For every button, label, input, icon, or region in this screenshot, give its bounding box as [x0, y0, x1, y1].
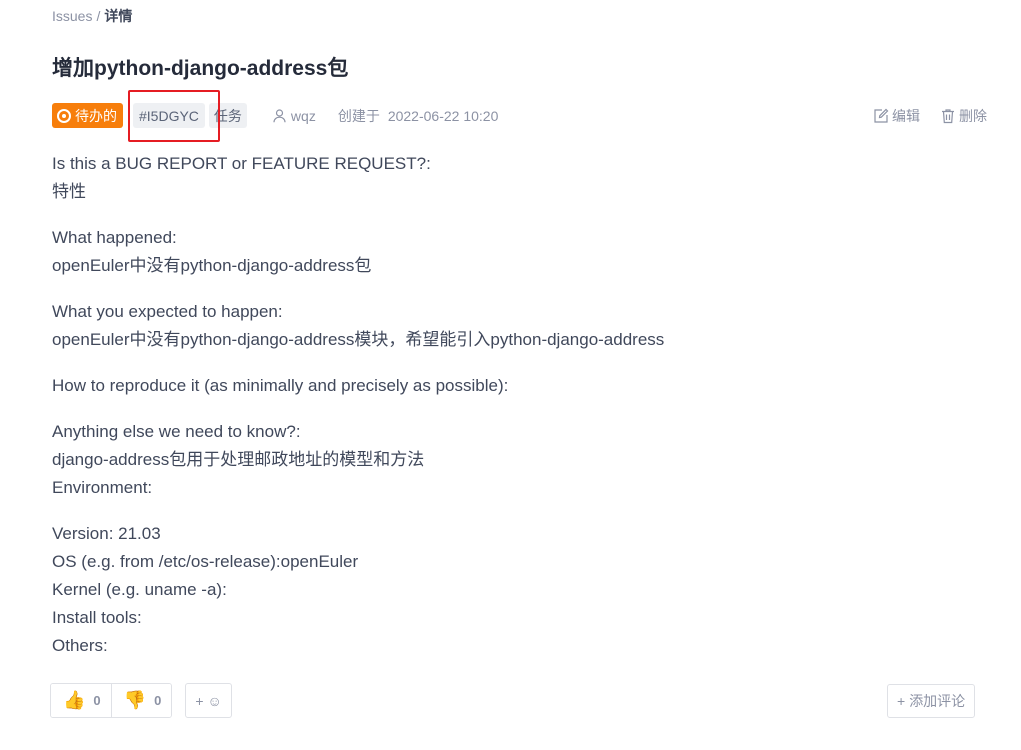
- thumbs-down-icon: 👎: [123, 690, 147, 710]
- delete-label: 删除: [959, 107, 987, 124]
- plus-icon: +: [897, 693, 906, 709]
- env-os: OS (e.g. from /etc/os-release):openEuler: [52, 552, 359, 571]
- edit-button[interactable]: 编辑: [873, 106, 920, 126]
- created-label: 创建于: [337, 107, 380, 124]
- env-version: Version: 21.03: [52, 524, 161, 543]
- breadcrumb-separator: /: [96, 8, 101, 24]
- edit-label: 编辑: [892, 107, 920, 124]
- thumbs-down-button[interactable]: 👎 0: [110, 684, 172, 717]
- body-section-expected: What you expected to happen: openEuler中没…: [52, 298, 952, 354]
- body-environment-label: Environment:: [52, 478, 153, 497]
- body-section-bug-or-feature: Is this a BUG REPORT or FEATURE REQUEST?…: [52, 150, 952, 206]
- issue-title: 增加python-django-address包: [52, 57, 349, 80]
- body-section-reproduce: How to reproduce it (as minimally and pr…: [52, 372, 952, 400]
- issue-actions: 编辑 删除: [873, 106, 987, 126]
- body-answer: openEuler中没有python-django-address包: [52, 256, 372, 275]
- add-comment-button[interactable]: + 添加评论: [887, 684, 976, 718]
- body-section-what-happened: What happened: openEuler中没有python-django…: [52, 224, 952, 280]
- issue-type-tag[interactable]: 任务: [208, 103, 247, 128]
- thumbs-up-count: 0: [93, 693, 101, 708]
- body-question: Is this a BUG REPORT or FEATURE REQUEST?…: [52, 154, 431, 173]
- body-answer: openEuler中没有python-django-address模块，希望能引…: [52, 330, 665, 349]
- body-question: How to reproduce it (as minimally and pr…: [52, 376, 509, 395]
- body-question: Anything else we need to know?:: [52, 422, 301, 441]
- issue-state-label: 待办的: [75, 107, 117, 124]
- body-section-environment: Version: 21.03 OS (e.g. from /etc/os-rel…: [52, 520, 952, 660]
- body-answer: django-address包用于处理邮政地址的模型和方法: [52, 450, 425, 469]
- thumbs-up-button[interactable]: 👍 0: [51, 684, 111, 717]
- issue-meta-row: 待办的 #I5DGYC 任务 wqz 创建于 2022-06-22 10:20 编…: [52, 103, 987, 128]
- env-install-tools: Install tools:: [52, 608, 142, 627]
- body-answer: 特性: [52, 182, 86, 201]
- env-others: Others:: [52, 636, 108, 655]
- breadcrumb: Issues / 详情: [52, 7, 132, 25]
- delete-button[interactable]: 删除: [940, 106, 987, 126]
- plus-icon: +: [195, 692, 204, 709]
- breadcrumb-current: 详情: [104, 8, 133, 24]
- add-comment-label: 添加评论: [909, 693, 966, 709]
- body-question: What happened:: [52, 228, 177, 247]
- status-circle-icon: [57, 108, 71, 123]
- created-timestamp: 2022-06-22 10:20: [387, 107, 499, 124]
- body-section-anything-else: Anything else we need to know?: django-a…: [52, 418, 952, 502]
- issue-author[interactable]: wqz: [273, 108, 316, 124]
- trash-icon: [942, 108, 954, 123]
- issue-body: Is this a BUG REPORT or FEATURE REQUEST?…: [52, 150, 952, 678]
- env-kernel: Kernel (e.g. uname -a):: [52, 580, 227, 599]
- breadcrumb-issues-link[interactable]: Issues: [52, 8, 92, 24]
- thumbs-up-icon: 👍: [63, 690, 86, 710]
- issue-state-badge[interactable]: 待办的: [52, 103, 123, 128]
- user-icon: [273, 108, 286, 122]
- thumbs-down-count: 0: [154, 693, 162, 708]
- issue-created: 创建于 2022-06-22 10:20: [338, 106, 499, 126]
- smiley-icon: ☺: [207, 692, 222, 709]
- edit-icon: [874, 108, 889, 123]
- reaction-group: 👍 0 👎 0: [50, 683, 173, 718]
- author-name: wqz: [290, 107, 316, 124]
- body-question: What you expected to happen:: [52, 302, 283, 321]
- issue-id[interactable]: #I5DGYC: [133, 103, 205, 128]
- add-reaction-button[interactable]: + ☺: [185, 683, 232, 718]
- reactions-bar: 👍 0 👎 0 + ☺: [50, 683, 232, 718]
